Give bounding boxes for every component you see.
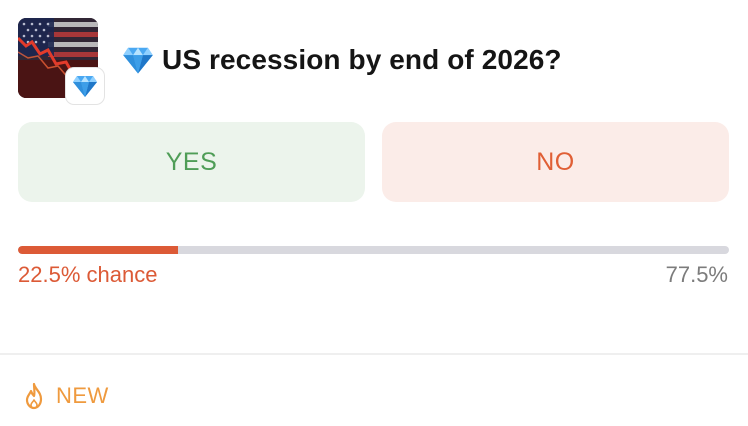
- new-label: NEW: [56, 383, 109, 408]
- new-tag: NEW: [22, 378, 109, 414]
- probability-bar-fill: [18, 246, 178, 254]
- probability-bar: [18, 246, 729, 254]
- yes-chance-suffix: chance: [86, 262, 158, 287]
- yes-chance: 22.5% chance: [18, 262, 157, 288]
- market-title-row[interactable]: US recession by end of 2026?: [122, 40, 562, 80]
- no-button-label: NO: [536, 147, 575, 176]
- yes-chance-value: 22.5%: [18, 262, 81, 287]
- gem-icon: [123, 47, 153, 74]
- yes-button[interactable]: YES: [18, 122, 365, 202]
- gem-icon: [73, 76, 97, 97]
- no-button[interactable]: NO: [382, 122, 729, 202]
- divider: [0, 353, 748, 355]
- gem-badge: [66, 68, 104, 104]
- flame-icon: [25, 382, 43, 410]
- no-chance-value: 77.5%: [665, 262, 728, 287]
- market-card[interactable]: US recession by end of 2026? YES NO 22.5…: [0, 0, 748, 426]
- yes-button-label: YES: [165, 147, 218, 176]
- market-title[interactable]: US recession by end of 2026?: [162, 44, 562, 76]
